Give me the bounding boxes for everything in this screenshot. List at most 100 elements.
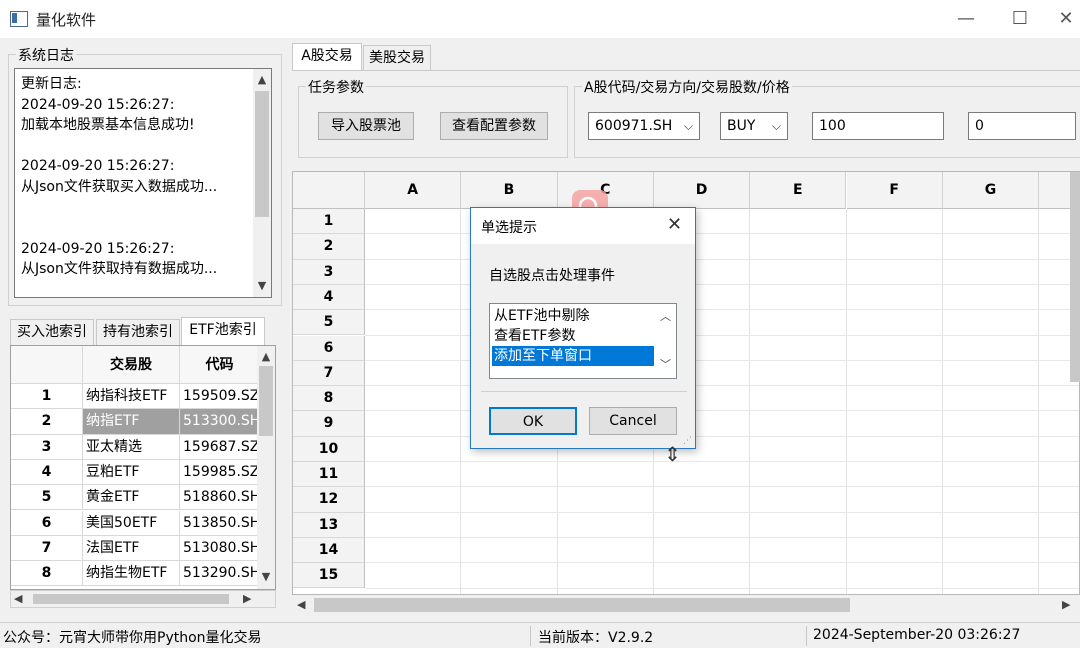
direction-select[interactable]: BUY ⌵ [720, 112, 788, 140]
sheet-row-header[interactable]: 11 [293, 462, 365, 488]
etf-table-hscrollbar[interactable]: ◀ ▶ [10, 590, 276, 608]
row-number[interactable]: 3 [11, 434, 83, 460]
tab-etf-pool-index[interactable]: ETF池索引 [181, 317, 265, 345]
import-stock-pool-button[interactable]: 导入股票池 [318, 112, 414, 140]
sheet-column-header[interactable]: A [365, 172, 462, 209]
title-bar: 量化软件 — ☐ ✕ [0, 0, 1080, 38]
option-add-to-order-window[interactable]: 添加至下单窗口 [492, 346, 654, 366]
shares-input[interactable]: 100 [812, 112, 944, 140]
sheet-row-header[interactable]: 13 [293, 512, 365, 538]
option-remove-from-etf-pool[interactable]: 从ETF池中剔除 [492, 306, 654, 326]
chevron-down-icon: ⌵ [683, 119, 693, 133]
sheet-hscroll-thumb[interactable] [314, 598, 850, 612]
tab-a-share-trading[interactable]: A股交易 [292, 43, 362, 71]
sheet-row-header[interactable]: 6 [293, 335, 365, 361]
scroll-up-icon[interactable]: ︿ [660, 308, 671, 324]
etf-code-cell[interactable]: 513080.SH [180, 535, 260, 562]
sheet-row-header[interactable]: 5 [293, 310, 365, 336]
sheet-column-header[interactable]: B [461, 172, 558, 209]
etf-name-cell[interactable]: 纳指生物ETF [83, 561, 180, 587]
sheet-column-header[interactable]: G [942, 172, 1040, 209]
etf-pool-table: 交易股 代码 1 纳指科技ETF 159509.SZ 2 纳指ETF 513300.SH 3… [10, 345, 276, 590]
sheet-row-header[interactable]: 3 [293, 259, 365, 285]
scroll-down-icon[interactable]: ▼ [257, 570, 275, 583]
scroll-up-icon[interactable]: ▲ [257, 350, 275, 363]
sheet-gridline [365, 511, 1079, 513]
system-log-textbox[interactable]: 更新日志: 2024-09-20 15:26:27: 加载本地股票基本信息成功!… [14, 68, 272, 298]
etf-table-scroll-thumb[interactable] [259, 366, 273, 436]
scroll-down-icon[interactable]: ﹀ [660, 356, 671, 372]
close-button[interactable]: ✕ [1046, 6, 1080, 32]
scroll-up-icon[interactable]: ▲ [253, 73, 271, 86]
option-view-etf-params[interactable]: 查看ETF参数 [492, 326, 654, 346]
tab-hold-pool-index[interactable]: 持有池索引 [96, 319, 180, 345]
column-header-code[interactable]: 代码 [180, 346, 260, 384]
sheet-row-header[interactable]: 14 [293, 537, 365, 564]
sheet-column-header[interactable]: F [846, 172, 943, 209]
resize-grip-icon[interactable]: ⋰ [683, 436, 692, 446]
tab-us-stock-trading[interactable]: 美股交易 [363, 45, 431, 71]
row-number[interactable]: 6 [11, 510, 83, 536]
sheet-row-header[interactable]: 4 [293, 284, 365, 311]
sheet-row-header[interactable]: 8 [293, 386, 365, 412]
scroll-down-icon[interactable]: ▼ [253, 279, 271, 292]
etf-code-cell[interactable]: 159985.SZ [180, 459, 260, 486]
price-input[interactable]: 0 [968, 112, 1076, 140]
row-number[interactable]: 5 [11, 485, 83, 511]
status-separator [806, 626, 807, 646]
etf-name-cell[interactable]: 美国50ETF [83, 510, 180, 536]
tab-buy-pool-index[interactable]: 买入池索引 [10, 319, 94, 345]
sheet-column-header[interactable]: E [750, 172, 847, 209]
cancel-button[interactable]: Cancel [589, 407, 677, 435]
sheet-row-header[interactable]: 9 [293, 411, 365, 437]
ok-button[interactable]: OK [489, 407, 577, 435]
sheet-hscrollbar[interactable]: ◀ ▶ [292, 595, 1080, 615]
stock-code-select[interactable]: 600971.SH ⌵ [588, 112, 700, 140]
sheet-row-header[interactable]: 12 [293, 487, 365, 513]
column-header-name[interactable]: 交易股 [83, 346, 180, 384]
sheet-row-header[interactable]: 15 [293, 563, 365, 589]
sheet-gridline [365, 562, 1079, 564]
etf-code-cell[interactable]: 513300.SH [180, 409, 260, 435]
scroll-left-icon[interactable]: ◀ [297, 598, 305, 611]
scroll-left-icon[interactable]: ◀ [14, 592, 22, 605]
sheet-row-header[interactable]: 1 [293, 209, 365, 235]
etf-name-cell[interactable]: 纳指ETF [83, 409, 180, 435]
row-number[interactable]: 1 [11, 384, 83, 410]
sheet-row-header[interactable]: 10 [293, 436, 365, 462]
row-number[interactable]: 8 [11, 561, 83, 587]
sheet-row-header[interactable]: 2 [293, 234, 365, 260]
dialog-close-icon[interactable]: ✕ [667, 214, 682, 235]
etf-code-cell[interactable]: 513290.SH [180, 561, 260, 587]
scroll-right-icon[interactable]: ▶ [243, 592, 251, 605]
etf-code-cell[interactable]: 159509.SZ [180, 384, 260, 410]
sheet-gridline [365, 486, 1079, 488]
dialog-title: 单选提示 [481, 220, 537, 236]
sheet-corner [293, 172, 365, 209]
sheet-row-header[interactable]: 7 [293, 360, 365, 387]
row-number[interactable]: 4 [11, 459, 83, 486]
minimize-button[interactable]: — [946, 6, 986, 32]
row-number[interactable]: 7 [11, 535, 83, 562]
sheet-column-header[interactable]: D [653, 172, 751, 209]
table-corner [11, 346, 83, 384]
etf-name-cell[interactable]: 法国ETF [83, 535, 180, 562]
etf-name-cell[interactable]: 豆粕ETF [83, 459, 180, 486]
etf-table-vscrollbar[interactable]: ▲ ▼ [257, 346, 275, 589]
log-scroll-thumb[interactable] [255, 91, 269, 217]
etf-table-hscroll-thumb[interactable] [33, 594, 229, 604]
dialog-divider [481, 391, 687, 392]
scroll-right-icon[interactable]: ▶ [1062, 598, 1070, 611]
etf-code-cell[interactable]: 513850.SH [180, 510, 260, 536]
etf-code-cell[interactable]: 518860.SH [180, 485, 260, 511]
dialog-options-list[interactable]: 从ETF池中剔除 查看ETF参数 添加至下单窗口 ︿ ﹀ [489, 303, 677, 379]
etf-name-cell[interactable]: 纳指科技ETF [83, 384, 180, 410]
log-scrollbar[interactable]: ▲ ▼ [253, 69, 271, 297]
etf-name-cell[interactable]: 亚太精选 [83, 434, 180, 460]
maximize-button[interactable]: ☐ [1000, 6, 1040, 32]
sheet-vscroll-thumb[interactable] [1070, 172, 1080, 382]
etf-name-cell[interactable]: 黄金ETF [83, 485, 180, 511]
row-number[interactable]: 2 [11, 409, 83, 435]
view-config-button[interactable]: 查看配置参数 [440, 112, 548, 140]
etf-code-cell[interactable]: 159687.SZ [180, 434, 260, 460]
